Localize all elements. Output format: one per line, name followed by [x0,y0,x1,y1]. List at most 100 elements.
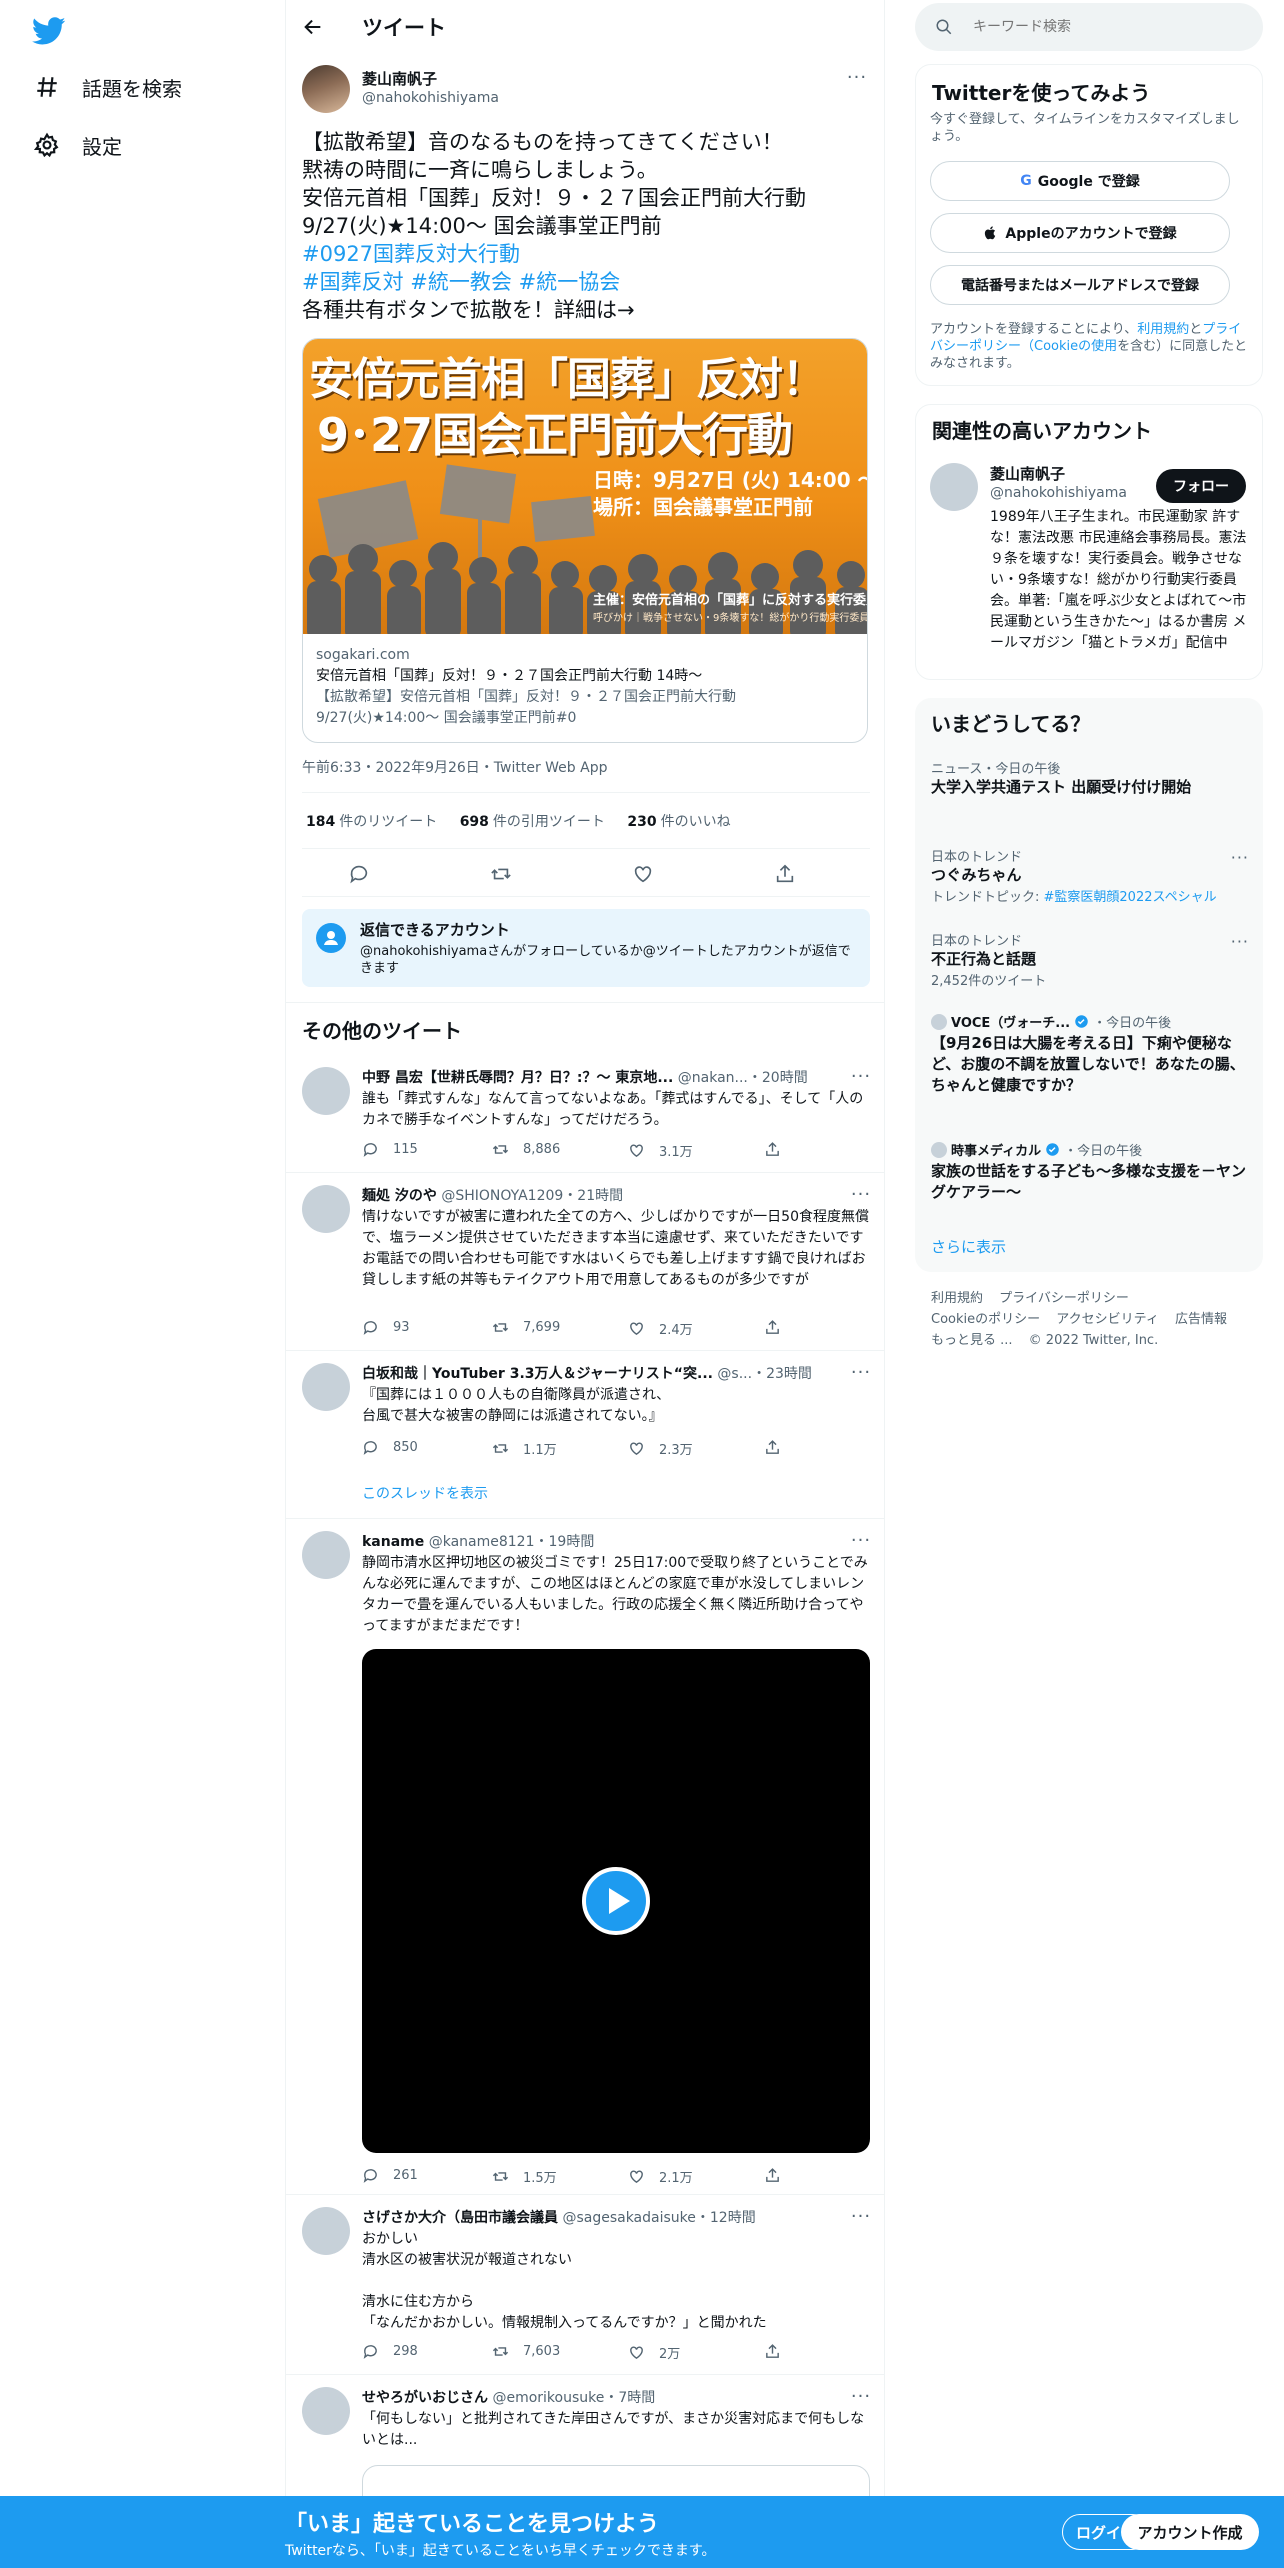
source-avatar [931,1141,947,1158]
nav-settings[interactable]: 設定 [34,125,122,165]
footer-link[interactable]: Cookieのポリシー [931,1312,1040,1327]
tweet-header: さげさか大介（島田市議会議員 @sagesakadaisuke・12時間 [362,2210,756,2226]
footer-link[interactable]: もっと見る ... [931,1333,1013,1348]
share-icon[interactable] [764,2343,795,2360]
google-signup-button[interactable]: G Google で登録 [930,161,1230,201]
play-icon[interactable] [582,1867,650,1935]
more-options-icon[interactable]: ··· [846,66,868,88]
search-input[interactable] [973,19,1243,35]
retweet-button[interactable]: 8,886 [492,1141,560,1158]
hashtag-link[interactable]: #統一教会 [410,270,512,294]
more-options-icon[interactable]: ··· [850,1529,872,1551]
divider [302,792,870,793]
like-count[interactable]: 230 件のいいね [627,814,730,830]
hashtag-link[interactable]: #統一協会 [519,270,621,294]
link-card[interactable]: 安倍元首相「国葬」反対！ 9･27国会正門前大行動 日時：9月27日 (火) 1… [302,338,868,743]
tweet-header: 中野 昌宏【世耕氏辱問？月？日？:？〜 東京地... @nakan...・20時… [362,1070,808,1086]
back-arrow-icon[interactable] [302,16,324,38]
reply-button[interactable]: 298 [362,2343,418,2360]
trend-item[interactable]: 時事メディカル ・今日の午後 家族の世話をする子ども～多様な支援を－ヤングケアラー… [931,1140,1247,1203]
avatar[interactable] [302,2207,350,2255]
tweet-timestamp[interactable]: 午前6:33・2022年9月26日・Twitter Web App [302,757,607,777]
retweet-button[interactable]: 7,603 [492,2343,560,2360]
retweet-count[interactable]: 184 件のリツイート [306,814,437,830]
share-icon[interactable] [764,1439,795,1456]
retweet-button[interactable]: 1.1万 [492,1439,557,1458]
signup-button[interactable]: アカウント作成 [1121,2514,1259,2550]
tweet-item[interactable]: 麺処 汐のや @SHIONOYA1209・21時間 ··· 情けないですが被害に… [286,1173,884,1351]
related-handle[interactable]: @nahokohishiyama [990,485,1127,501]
reply-button[interactable]: 261 [362,2167,418,2184]
like-button[interactable]: 2.4万 [628,1319,693,1338]
author-handle[interactable]: @nahokohishiyama [362,90,499,106]
share-icon[interactable] [764,1319,795,1336]
retweet-button[interactable]: 7,699 [492,1319,560,1336]
share-icon[interactable] [764,1141,795,1158]
quote-count[interactable]: 698 件の引用ツイート [460,814,605,830]
avatar[interactable] [302,2387,350,2435]
search-bar[interactable] [915,3,1263,51]
video-player[interactable] [362,1649,870,2153]
tweet-item[interactable]: kaname @kaname8121・19時間 ··· 静岡市清水区押切地区の被… [286,1519,884,2195]
card-image-place: 場所：国会議事堂正門前 [593,495,813,519]
trend-item[interactable]: 日本のトレンド 不正行為と話題 2,452件のツイート [931,930,1247,989]
tweet-item[interactable]: 白坂和哉｜YouTuber 3.3万人＆ジャーナリスト“突... @s...・2… [286,1351,884,1519]
phone-email-signup-button[interactable]: 電話番号またはメールアドレスで登録 [930,265,1230,305]
tweet-text: 『国葬には１０００人もの自衛隊員が派遣され、 台風で甚大な被害の静岡には派遣され… [362,1387,671,1424]
related-avatar[interactable] [930,463,978,511]
reply-button[interactable]: 115 [362,1141,418,1158]
nav-explore[interactable]: 話題を検索 [34,67,182,107]
more-options-icon[interactable]: ··· [850,1183,872,1205]
apple-signup-button[interactable]: Appleのアカウントで登録 [930,213,1230,253]
footer-link[interactable]: 利用規約 [931,1291,983,1306]
main-column: ツイート 菱山南帆子 @nahokohishiyama ··· 【拡散希望】音の… [285,0,885,2568]
tweet-text: 静岡市清水区押切地区の被災ゴミです！25日17:00で受取り終了ということでみん… [362,1555,868,1634]
card-image-title: 安倍元首相「国葬」反対！ [309,354,826,405]
more-options-icon[interactable]: ··· [850,2385,872,2407]
hashtag-link[interactable]: #国葬反対 [302,270,404,294]
avatar[interactable] [302,1531,350,1579]
footer-link[interactable]: 広告情報 [1175,1312,1227,1327]
more-options-icon[interactable]: ··· [850,1065,872,1087]
avatar[interactable] [302,1363,350,1411]
tweet-actions: 850 1.1万 2.3万 [362,1439,792,1459]
trend-item[interactable]: VOCE（ヴォーチ... ・今日の午後 【9月26日は大腸を考える日】下痢や便秘な… [931,1012,1247,1096]
bottom-banner: 「いま」起きていることを見つけよう Twitterなら、「いま」起きていることを… [0,2496,1284,2568]
reply-button[interactable]: 850 [362,1439,418,1456]
share-icon[interactable] [764,2167,795,2184]
more-options-icon[interactable]: ··· [850,1361,872,1383]
reply-button[interactable]: 93 [362,1319,410,1336]
author-avatar[interactable] [302,65,350,113]
like-button[interactable]: 2.3万 [628,1439,693,1458]
avatar[interactable] [302,1067,350,1115]
trend-item[interactable]: 日本のトレンド つぐみちゃん トレンドトピック: #監察医朝顔2022スペシャル [931,846,1247,905]
trend-item[interactable]: ニュース・今日の午後 大学入学共通テスト 出願受け付け開始 [931,758,1247,798]
follow-button[interactable]: フォロー [1156,469,1246,503]
like-icon[interactable] [632,863,654,885]
footer-link[interactable]: プライバシーポリシー [999,1291,1129,1306]
like-button[interactable]: 2万 [628,2343,680,2362]
person-at-icon [316,923,346,953]
reply-icon[interactable] [348,863,370,885]
terms-link[interactable]: 利用規約 [1137,322,1189,337]
signup-title: Twitterを使ってみよう [932,81,1151,105]
hashtag-link[interactable]: #0927国葬反対大行動 [302,240,872,268]
show-more-link[interactable]: さらに表示 [931,1236,1006,1257]
tweet-item[interactable]: 中野 昌宏【世耕氏辱問？月？日？:？〜 東京地... @nakan...・20時… [286,1055,884,1173]
related-name[interactable]: 菱山南帆子 [990,463,1065,484]
more-options-icon[interactable]: ··· [850,2205,872,2227]
avatar[interactable] [302,1185,350,1233]
more-options-icon[interactable]: ··· [1231,848,1249,867]
like-button[interactable]: 2.1万 [628,2167,693,2186]
share-icon[interactable] [774,863,796,885]
tweet-item[interactable]: さげさか大介（島田市議会議員 @sagesakadaisuke・12時間 ···… [286,2195,884,2375]
show-thread-link[interactable]: このスレッドを表示 [362,1483,488,1503]
like-button[interactable]: 3.1万 [628,1141,693,1160]
author-name[interactable]: 菱山南帆子 [362,68,437,89]
retweet-button[interactable]: 1.5万 [492,2167,557,2186]
tweet-text: 情けないですが被害に遭われた全ての方へ、少しばかりですが一日50食程度無償で、塩… [362,1209,869,1288]
footer-link[interactable]: アクセシビリティ [1056,1312,1159,1327]
more-options-icon[interactable]: ··· [1231,932,1249,951]
retweet-icon[interactable] [490,863,512,885]
twitter-logo-icon[interactable] [32,14,66,48]
